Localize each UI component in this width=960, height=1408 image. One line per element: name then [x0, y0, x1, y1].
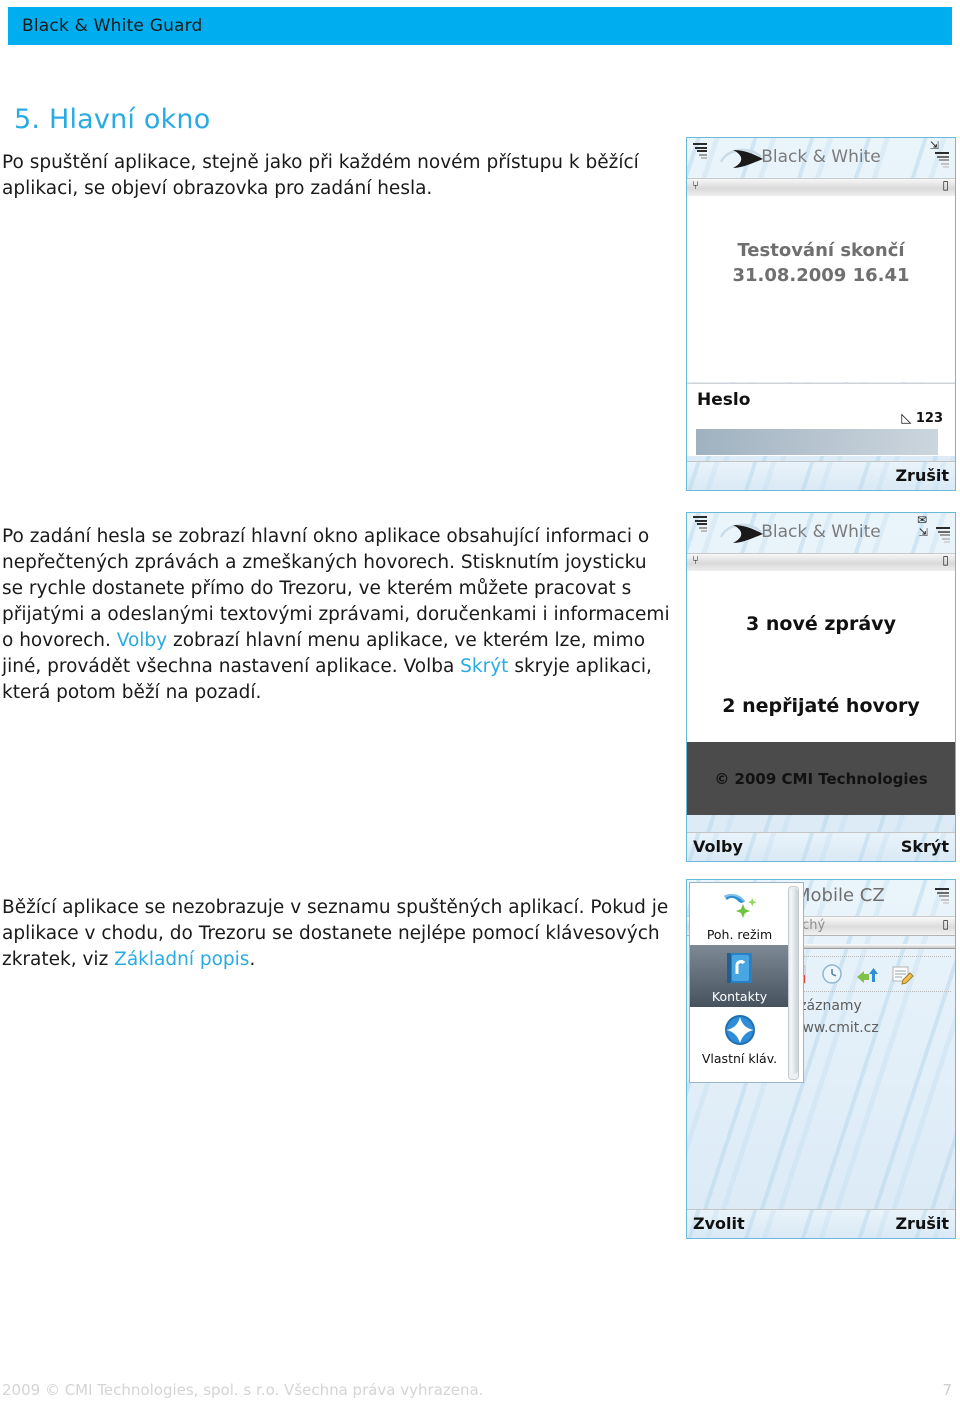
- bluetooth-icon: ⇲: [918, 526, 928, 539]
- section-heading: 5. Hlavní okno: [14, 104, 211, 136]
- password-app-title: Black & White: [761, 147, 881, 167]
- main-app-title: Black & White: [761, 522, 881, 542]
- softkey-cancel[interactable]: Zrušit: [895, 1214, 949, 1233]
- main-copyright-band: © 2009 CMI Technologies: [687, 742, 955, 815]
- password-softkey-bar: Zrušit: [687, 461, 955, 490]
- custom-keys-icon: [690, 1012, 789, 1050]
- battery-level-icon: [936, 527, 950, 549]
- footer-copyright: 2009 © CMI Technologies, spol. s r.o. Vš…: [2, 1381, 484, 1399]
- password-input[interactable]: [696, 429, 938, 455]
- softkey-select[interactable]: Zvolit: [693, 1214, 745, 1233]
- main-softkey-bar: Volby Skrýt: [687, 832, 955, 861]
- standby-url-text[interactable]: www.cmit.cz: [791, 1020, 879, 1036]
- battery-icon: ▯: [942, 553, 949, 567]
- link-zakladni-popis[interactable]: Základní popis: [114, 949, 249, 970]
- main-window-body: 3 nové zprávy 2 nepřijaté hovory: [687, 571, 955, 742]
- menu-item-kontakty[interactable]: Kontakty: [690, 945, 789, 1007]
- password-body: Testování skončí 31.08.2009 16.41: [687, 196, 955, 382]
- paragraph-tail: Běžící aplikace se nezobrazuje v seznamu…: [2, 895, 670, 973]
- antenna-icon: ⑂: [692, 553, 700, 567]
- menu-item-poh-rezim[interactable]: Poh. režim: [690, 883, 789, 945]
- link-skryt[interactable]: Skrýt: [460, 656, 508, 677]
- standby-shortcut-row: [779, 956, 951, 992]
- screenshot-main-window: Black & White ✉ ⇲ ⑂ ▯ 3 nové zprávy 2 ne…: [686, 512, 956, 862]
- paragraph-tail-text-1: Běžící aplikace se nezobrazuje v seznamu…: [2, 896, 669, 970]
- trial-expiry-line1: Testování skončí: [737, 240, 905, 261]
- password-field-zone: Heslo ◺ 123: [687, 383, 955, 456]
- softkey-cancel[interactable]: Zrušit: [895, 466, 949, 485]
- paragraph-tail-text-2: .: [249, 948, 256, 970]
- footer-page-number: 7: [942, 1381, 952, 1399]
- password-titlebar: Black & White ⇲: [687, 138, 955, 178]
- bluetooth-icon: ⇲: [929, 139, 939, 152]
- screenshot-standby-screen: Mobile CZ Tichý ▯ š. záznamy www.cmit.cz…: [686, 879, 956, 1239]
- main-statusbar: [687, 553, 955, 572]
- battery-icon: ▯: [942, 917, 949, 931]
- popup-scrollbar-thumb[interactable]: [791, 888, 798, 1074]
- page-header-band: Black & White Guard: [8, 7, 952, 45]
- operator-name: Mobile CZ: [795, 885, 885, 906]
- notes-shortcut-icon[interactable]: [889, 961, 915, 987]
- menu-item-label: Kontakty: [711, 989, 768, 1004]
- password-label: Heslo: [697, 390, 751, 410]
- menu-item-label: Vlastní kláv.: [701, 1051, 778, 1066]
- menu-item-vlastni-klav[interactable]: Vlastní kláv.: [690, 1007, 789, 1069]
- screenshot-password-screen: Black & White ⇲ ⑂ ▯ Testování skončí 31.…: [686, 137, 956, 491]
- phone-sparkle-icon: [690, 888, 789, 926]
- link-volby[interactable]: Volby: [117, 630, 167, 651]
- battery-level-icon: [935, 152, 949, 174]
- antenna-icon: ⑂: [692, 178, 700, 192]
- signal-strength-icon: [935, 888, 949, 910]
- popup-menu: Poh. režim Kontakty Vlastní kláv.: [689, 882, 804, 1083]
- password-statusbar: [687, 178, 955, 197]
- softkey-options[interactable]: Volby: [693, 837, 743, 856]
- envelope-icon: ✉: [916, 513, 927, 527]
- clock-shortcut-icon[interactable]: [819, 961, 845, 987]
- trial-expiry-line2: 31.08.2009 16.41: [732, 265, 910, 286]
- standby-softkey-bar: Zvolit Zrušit: [687, 1209, 955, 1238]
- paragraph-main: Po zadání hesla se zobrazí hlavní okno a…: [2, 524, 670, 706]
- main-titlebar: Black & White ✉ ⇲: [687, 513, 955, 553]
- main-copyright-text: © 2009 CMI Technologies: [714, 770, 928, 788]
- input-mode-text: 123: [915, 411, 943, 426]
- softkey-hide[interactable]: Skrýt: [901, 837, 949, 856]
- battery-icon: ▯: [942, 178, 949, 192]
- missed-calls-count: 2 nepřijaté hovory: [722, 695, 920, 717]
- input-mode-arrow-icon: ◺: [901, 411, 912, 426]
- page-header-title: Black & White Guard: [22, 16, 203, 36]
- contacts-book-icon: [690, 950, 789, 988]
- menu-item-label: Poh. režim: [706, 927, 773, 942]
- trial-expiry-text: Testování skončí 31.08.2009 16.41: [687, 238, 955, 288]
- transfer-shortcut-icon[interactable]: [853, 961, 879, 987]
- new-messages-count: 3 nové zprávy: [746, 613, 896, 635]
- paragraph-intro: Po spuštění aplikace, stejně jako při ka…: [2, 151, 639, 199]
- input-mode-indicator: ◺ 123: [901, 411, 943, 426]
